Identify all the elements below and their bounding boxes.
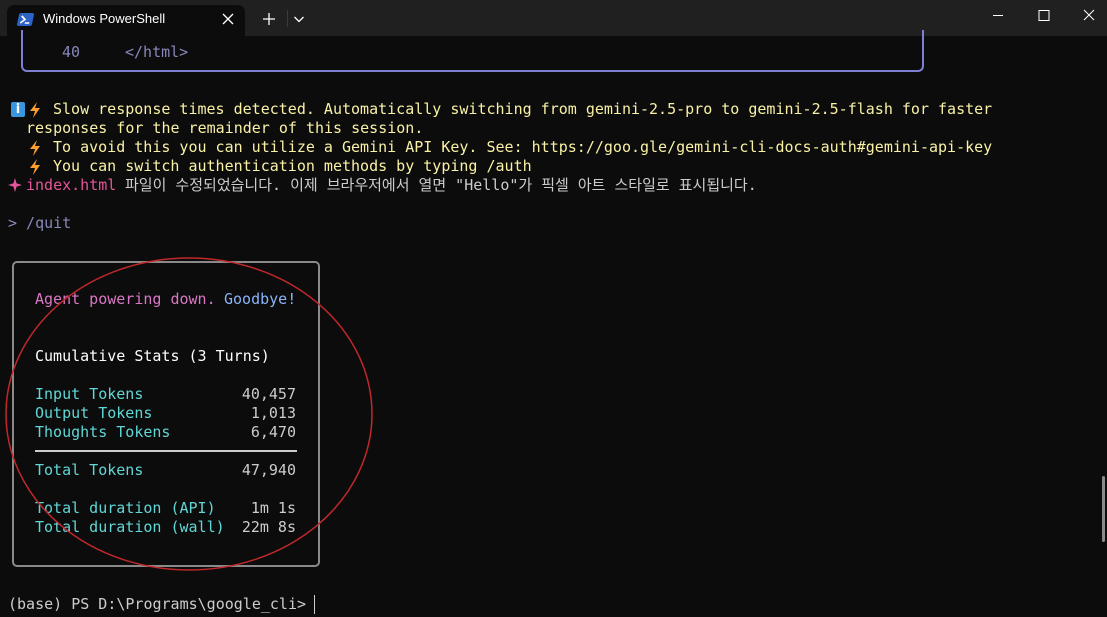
modified-file-message: 파일이 수정되었습니다. 이제 브라우저에서 열면 "Hello"가 픽셀 아트… [125, 176, 757, 194]
stat-label-duration-api: Total duration (API) [35, 499, 216, 517]
warning-line-2: responses for the remainder of this sess… [26, 119, 424, 137]
quit-command: > /quit [8, 214, 72, 232]
stat-value-output-tokens: 1,013 [250, 404, 296, 422]
warning-line-4: You can switch authentication methods by… [53, 157, 532, 175]
scrollbar-thumb[interactable] [1102, 476, 1105, 542]
close-icon [1083, 9, 1095, 21]
lightning-icon [30, 159, 40, 175]
stat-label-thoughts-tokens: Thoughts Tokens [35, 423, 171, 441]
tab-close-button[interactable] [217, 8, 239, 30]
plus-icon [263, 13, 275, 25]
stat-label-output-tokens: Output Tokens [35, 404, 153, 422]
lightning-icon [30, 102, 40, 118]
new-tab-button[interactable] [255, 5, 283, 33]
terminal-window: Windows PowerShell 40 </html> i Slow res… [0, 0, 1107, 617]
info-icon: i [11, 102, 25, 117]
maximize-icon [1038, 10, 1050, 21]
code-line-number: 40 [62, 43, 81, 61]
sparkle-icon [8, 178, 22, 192]
terminal-output[interactable]: 40 </html> i Slow response times detecte… [0, 30, 1107, 617]
close-icon [222, 13, 234, 25]
stat-value-total-tokens: 47,940 [241, 461, 296, 479]
warning-line-1: Slow response times detected. Automatica… [53, 100, 993, 118]
farewell-goodbye-text: Goodbye! [224, 290, 297, 308]
shell-prompt: (base) PS D:\Programs\google_cli> [8, 595, 316, 613]
text-cursor [314, 595, 315, 614]
stats-heading: Cumulative Stats (3 Turns) [35, 347, 270, 365]
warning-line-3: To avoid this you can utilize a Gemini A… [53, 138, 993, 156]
code-line-text: </html> [125, 43, 189, 61]
lightning-icon [30, 140, 40, 156]
stat-value-duration-wall: 22m 8s [241, 518, 296, 536]
window-close-button[interactable] [1066, 0, 1107, 32]
stat-label-total-tokens: Total Tokens [35, 461, 144, 479]
powershell-icon [16, 13, 35, 26]
farewell-agent-text: Agent powering down. [35, 290, 216, 308]
stat-value-duration-api: 1m 1s [250, 499, 296, 517]
minimize-icon [993, 15, 1003, 16]
chevron-down-icon [294, 16, 304, 23]
tab-dropdown-button[interactable] [285, 5, 313, 33]
stat-value-thoughts-tokens: 6,470 [250, 423, 296, 441]
stat-label-input-tokens: Input Tokens [35, 385, 144, 403]
modified-file-name: index.html [26, 176, 117, 194]
tab-title: Windows PowerShell [43, 11, 166, 26]
maximize-button[interactable] [1021, 0, 1067, 32]
stat-value-input-tokens: 40,457 [241, 385, 296, 403]
minimize-button[interactable] [975, 0, 1021, 32]
stats-divider [35, 450, 297, 452]
